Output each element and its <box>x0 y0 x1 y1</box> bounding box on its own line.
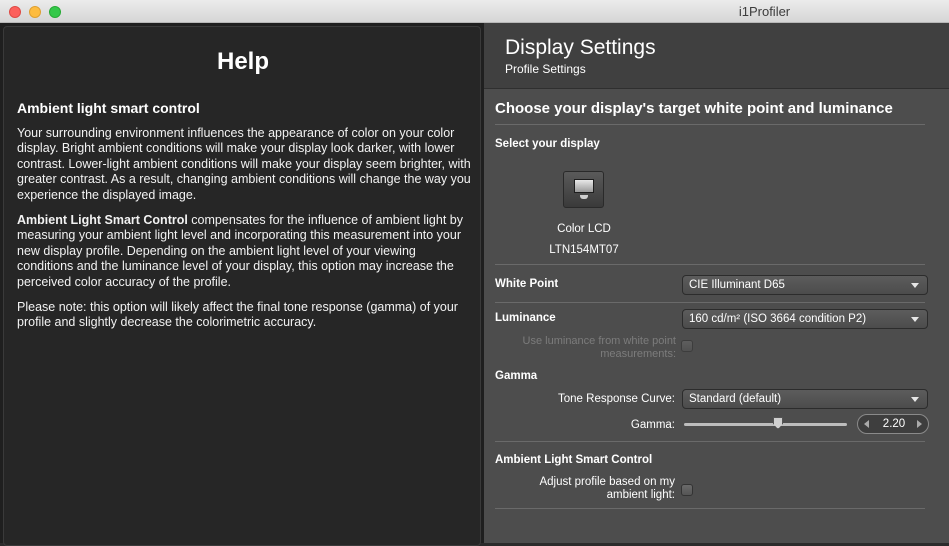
page-subtitle: Profile Settings <box>505 62 586 76</box>
divider <box>495 441 925 442</box>
chevron-down-icon <box>911 283 919 288</box>
trc-label: Tone Response Curve: <box>558 393 675 405</box>
monitor-stand <box>580 195 588 199</box>
help-paragraph-2: Ambient Light Smart Control compensates … <box>17 213 475 290</box>
adjust-profile-label: Adjust profile based on my ambient light… <box>539 476 675 501</box>
help-paragraph-1: Your surrounding environment influences … <box>17 126 471 202</box>
help-subtitle: Ambient light smart control <box>17 100 200 116</box>
divider <box>495 124 925 125</box>
select-display-label: Select your display <box>495 138 600 150</box>
white-point-select[interactable]: CIE Illuminant D65 <box>682 275 928 295</box>
settings-panel: Display Settings Profile Settings Choose… <box>484 23 949 543</box>
monitor-icon[interactable] <box>563 171 604 208</box>
display-name: Color LCD <box>557 223 611 235</box>
help-content: Help Ambient light smart control Your su… <box>3 26 481 546</box>
display-model: LTN154MT07 <box>549 244 619 256</box>
gamma-value: 2.20 <box>882 418 906 430</box>
monitor-screen <box>574 179 594 193</box>
chevron-down-icon <box>911 317 919 322</box>
alsc-section-label: Ambient Light Smart Control <box>495 454 653 466</box>
gamma-slider-track[interactable] <box>684 423 847 426</box>
luminance-value: 160 cd/m² (ISO 3664 condition P2) <box>689 313 867 325</box>
settings-header: Display Settings Profile Settings <box>484 23 949 89</box>
decrement-icon[interactable] <box>864 420 869 428</box>
gamma-label: Gamma: <box>630 419 675 431</box>
trc-select[interactable]: Standard (default) <box>682 389 928 409</box>
divider <box>495 508 925 509</box>
divider <box>495 302 925 303</box>
white-point-value: CIE Illuminant D65 <box>689 279 785 291</box>
adjust-profile-checkbox[interactable] <box>681 484 693 496</box>
title-bar: i1Profiler <box>0 0 949 23</box>
divider <box>495 264 925 265</box>
gamma-slider-handle[interactable] <box>773 417 783 429</box>
chevron-down-icon <box>911 397 919 402</box>
trc-value: Standard (default) <box>689 393 782 405</box>
gamma-section-label: Gamma <box>495 370 538 382</box>
use-luminance-label: Use luminance from white point measureme… <box>522 335 676 360</box>
section-title: Choose your display's target white point… <box>495 100 893 117</box>
luminance-label: Luminance <box>495 312 556 324</box>
increment-icon[interactable] <box>917 420 922 428</box>
luminance-select[interactable]: 160 cd/m² (ISO 3664 condition P2) <box>682 309 928 329</box>
help-panel: Help Ambient light smart control Your su… <box>0 23 484 546</box>
use-luminance-checkbox[interactable] <box>681 340 693 352</box>
page-title: Display Settings <box>505 36 656 59</box>
help-paragraph-3: Please note: this option will likely aff… <box>17 300 458 330</box>
help-title: Help <box>216 48 269 75</box>
help-paragraph-2-bold: Ambient Light Smart Control <box>17 213 188 227</box>
gamma-stepper[interactable]: 2.20 <box>857 414 929 434</box>
window-title: i1Profiler <box>738 4 791 19</box>
white-point-label: White Point <box>495 278 559 290</box>
